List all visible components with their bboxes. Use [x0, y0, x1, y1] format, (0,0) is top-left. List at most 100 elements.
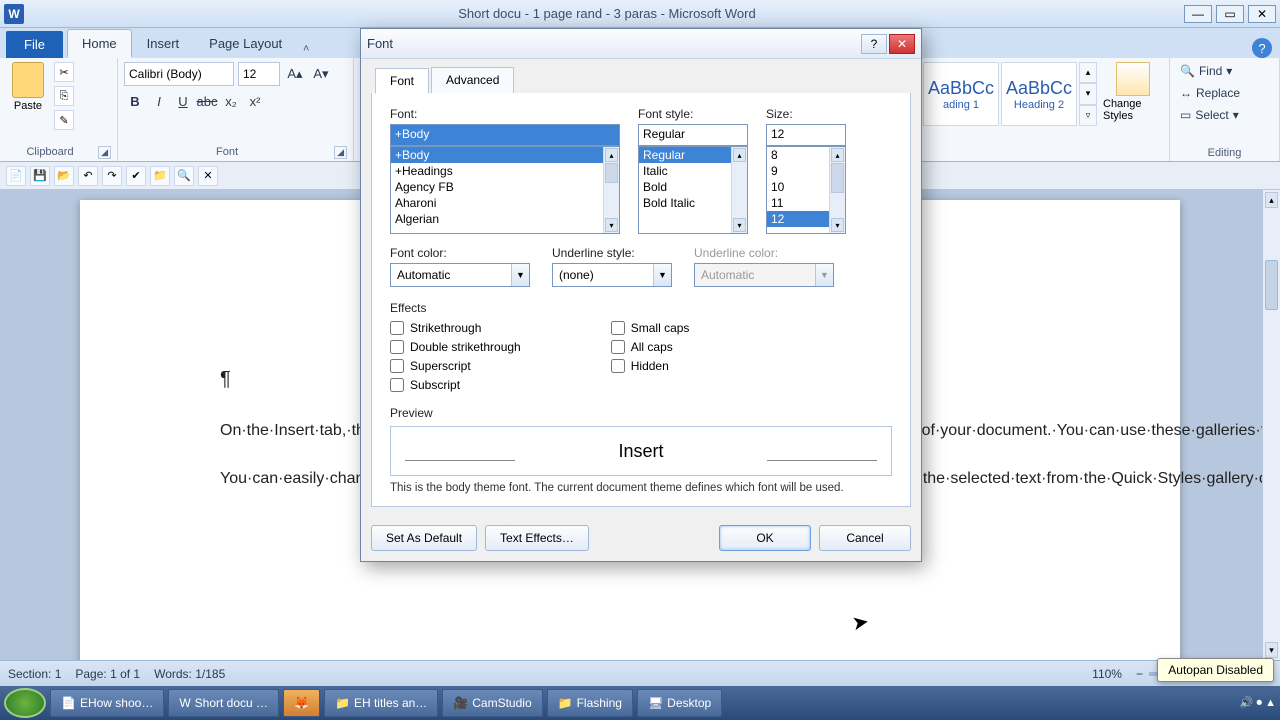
vertical-scrollbar[interactable]: ▴ ▾: [1262, 190, 1280, 660]
close-button[interactable]: ✕: [1248, 5, 1276, 23]
zoom-out[interactable]: −: [1136, 667, 1143, 681]
style-listbox[interactable]: Regular Italic Bold Bold Italic ▴▾: [638, 146, 748, 234]
style-list-down[interactable]: ▾: [733, 218, 746, 232]
taskbar-firefox[interactable]: 🦊: [283, 689, 320, 717]
cancel-button[interactable]: Cancel: [819, 525, 911, 551]
grow-font-button[interactable]: A▴: [284, 63, 306, 85]
copy-button[interactable]: ⎘: [54, 86, 74, 106]
gallery-down[interactable]: ▾: [1079, 83, 1097, 104]
qat-undo[interactable]: ↶: [78, 166, 98, 186]
size-listbox[interactable]: 8 9 10 11 12 ▴▾: [766, 146, 846, 234]
qat-close[interactable]: ✕: [198, 166, 218, 186]
taskbar-flashing[interactable]: 📁 Flashing: [547, 689, 633, 717]
font-item-body[interactable]: +Body: [391, 147, 619, 163]
smallcaps-checkbox[interactable]: Small caps: [611, 321, 690, 335]
style-heading1[interactable]: AaBbCcading 1: [923, 62, 999, 126]
subscript-checkbox[interactable]: Subscript: [390, 378, 521, 392]
scroll-down[interactable]: ▾: [1265, 642, 1278, 658]
cut-button[interactable]: ✂: [54, 62, 74, 82]
replace-button[interactable]: Replace: [1176, 84, 1273, 102]
font-item-headings[interactable]: +Headings: [391, 163, 619, 179]
ok-button[interactable]: OK: [719, 525, 811, 551]
font-launcher[interactable]: ◢: [334, 146, 347, 159]
superscript-button[interactable]: x²: [244, 90, 266, 112]
font-name-combo[interactable]: [124, 62, 234, 86]
subscript-button[interactable]: x₂: [220, 90, 242, 112]
format-painter-button[interactable]: ✎: [54, 110, 74, 130]
allcaps-checkbox[interactable]: All caps: [611, 340, 690, 354]
font-size-combo[interactable]: [238, 62, 280, 86]
superscript-checkbox[interactable]: Superscript: [390, 359, 521, 373]
dialog-tab-advanced[interactable]: Advanced: [431, 67, 514, 93]
qat-new[interactable]: 📄: [6, 166, 26, 186]
dialog-help-button[interactable]: ?: [861, 34, 887, 54]
maximize-button[interactable]: ▭: [1216, 5, 1244, 23]
minimize-button[interactable]: —: [1184, 5, 1212, 23]
qat-preview[interactable]: 🔍: [174, 166, 194, 186]
style-list-up[interactable]: ▴: [733, 148, 746, 162]
qat-spell[interactable]: ✔: [126, 166, 146, 186]
set-default-button[interactable]: Set As Default: [371, 525, 477, 551]
font-list-thumb[interactable]: [605, 163, 618, 183]
clipboard-launcher[interactable]: ◢: [98, 146, 111, 159]
styles-gallery[interactable]: AaBbCcading 1 AaBbCcHeading 2 ▴▾▿: [923, 62, 1097, 126]
font-input[interactable]: +Body: [390, 124, 620, 146]
start-button[interactable]: [4, 688, 46, 718]
tab-home[interactable]: Home: [67, 29, 132, 58]
hidden-checkbox[interactable]: Hidden: [611, 359, 690, 373]
select-button[interactable]: Select ▾: [1176, 106, 1273, 124]
tab-insert[interactable]: Insert: [132, 29, 195, 58]
size-list-up[interactable]: ▴: [831, 148, 844, 162]
style-heading2[interactable]: AaBbCcHeading 2: [1001, 62, 1077, 126]
italic-button[interactable]: I: [148, 90, 170, 112]
dialog-tab-font[interactable]: Font: [375, 68, 429, 94]
font-item-algerian[interactable]: Algerian: [391, 211, 619, 227]
size-list-down[interactable]: ▾: [831, 218, 844, 232]
file-tab[interactable]: File: [6, 31, 63, 58]
status-page[interactable]: Page: 1 of 1: [75, 667, 140, 681]
status-section[interactable]: Section: 1: [8, 667, 61, 681]
strikethrough-checkbox[interactable]: Strikethrough: [390, 321, 521, 335]
taskbar-ehtitles[interactable]: 📁 EH titles an…: [324, 689, 438, 717]
font-list-down[interactable]: ▾: [605, 218, 618, 232]
dialog-titlebar[interactable]: Font ? ✕: [361, 29, 921, 59]
qat-folder[interactable]: 📁: [150, 166, 170, 186]
font-color-combo[interactable]: Automatic▼: [390, 263, 530, 287]
shrink-font-button[interactable]: A▾: [310, 63, 332, 85]
underline-button[interactable]: U: [172, 90, 194, 112]
strikethrough-button[interactable]: abc: [196, 90, 218, 112]
taskbar-desktop[interactable]: 🖥 Desktop: [637, 689, 722, 717]
taskbar-camstudio[interactable]: 🎥 CamStudio: [442, 689, 542, 717]
font-item-aharoni[interactable]: Aharoni: [391, 195, 619, 211]
ribbon-minimize-icon[interactable]: ˄: [297, 40, 315, 58]
taskbar-shortdocu[interactable]: W Short docu …: [168, 689, 279, 717]
font-listbox[interactable]: +Body +Headings Agency FB Aharoni Algeri…: [390, 146, 620, 234]
size-list-thumb[interactable]: [831, 163, 844, 193]
scroll-thumb[interactable]: [1265, 260, 1278, 310]
size-input[interactable]: 12: [766, 124, 846, 146]
qat-open[interactable]: 📂: [54, 166, 74, 186]
double-strike-checkbox[interactable]: Double strikethrough: [390, 340, 521, 354]
style-input[interactable]: Regular: [638, 124, 748, 146]
tab-page-layout[interactable]: Page Layout: [194, 29, 297, 58]
gallery-more[interactable]: ▿: [1079, 105, 1097, 126]
font-item-agency[interactable]: Agency FB: [391, 179, 619, 195]
status-words[interactable]: Words: 1/185: [154, 667, 225, 681]
text-effects-button[interactable]: Text Effects…: [485, 525, 589, 551]
dialog-close-button[interactable]: ✕: [889, 34, 915, 54]
change-styles-button[interactable]: Change Styles: [1103, 62, 1163, 122]
paste-button[interactable]: Paste: [6, 62, 50, 130]
qat-save[interactable]: 💾: [30, 166, 50, 186]
taskbar-ehow[interactable]: 📄 EHow shoo…: [50, 689, 164, 717]
find-button[interactable]: Find ▾: [1176, 62, 1273, 80]
bold-button[interactable]: B: [124, 90, 146, 112]
underline-color-combo: Automatic▼: [694, 263, 834, 287]
qat-redo[interactable]: ↷: [102, 166, 122, 186]
underline-style-combo[interactable]: (none)▼: [552, 263, 672, 287]
help-icon[interactable]: ?: [1252, 38, 1272, 58]
font-list-up[interactable]: ▴: [605, 148, 618, 162]
editing-group-label: Editing: [1176, 146, 1273, 159]
gallery-up[interactable]: ▴: [1079, 62, 1097, 83]
system-tray[interactable]: 🔊 ⏺ ▲: [1240, 696, 1276, 710]
scroll-up[interactable]: ▴: [1265, 192, 1278, 208]
